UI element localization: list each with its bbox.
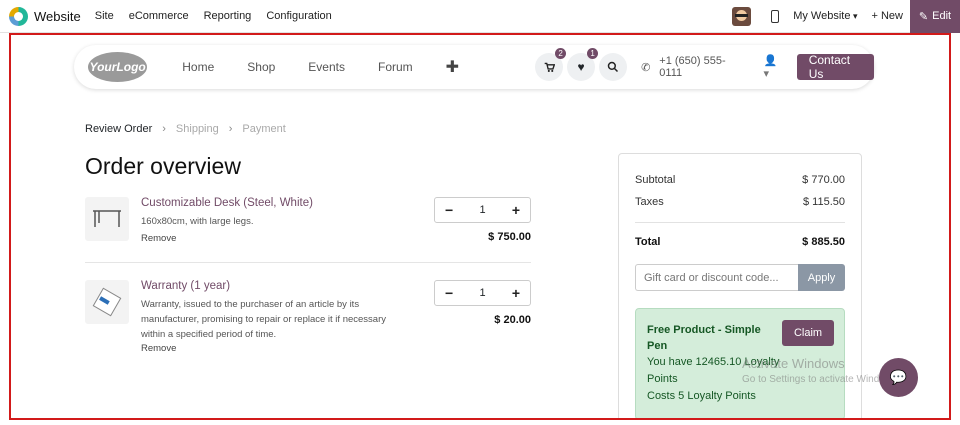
chat-bubble-button[interactable]: 💬 xyxy=(879,358,918,397)
page-title: Order overview xyxy=(85,153,241,179)
reward-title: Free Product - Simple Pen xyxy=(647,324,761,352)
item-description: Warranty, issued to the purchaser of an … xyxy=(141,299,386,340)
plus-icon[interactable]: + xyxy=(512,202,520,218)
step-payment: Payment xyxy=(242,123,286,135)
checkout-breadcrumb: Review Order › Shipping › Payment xyxy=(85,123,286,135)
claim-button[interactable]: Claim xyxy=(782,320,834,346)
site-header: YourLogo Home Shop Events Forum ✚ 2 ♥ 1 … xyxy=(74,45,874,89)
mobile-preview-icon[interactable] xyxy=(771,9,780,23)
new-button[interactable]: + New xyxy=(872,10,904,22)
remove-link[interactable]: Remove xyxy=(141,343,176,354)
nav-home[interactable]: Home xyxy=(182,60,214,74)
pencil-icon: ✎ xyxy=(918,10,929,23)
windows-activation-watermark: Activate Windows Go to Settings to activ… xyxy=(742,356,900,388)
site-logo[interactable]: YourLogo xyxy=(88,52,148,82)
divider xyxy=(85,262,531,263)
quantity-stepper: − 1 + xyxy=(434,280,531,306)
total-label: Total xyxy=(635,236,661,248)
top-navbar: Website Site eCommerce Reporting Configu… xyxy=(0,0,960,33)
user-avatar[interactable] xyxy=(732,6,752,26)
warranty-product-image xyxy=(85,280,129,324)
wishlist-button[interactable]: ♥ 1 xyxy=(567,48,599,81)
app-name: Website xyxy=(34,8,81,24)
taxes-value: $ 115.50 xyxy=(802,196,845,208)
top-menu: Site eCommerce Reporting Configuration xyxy=(95,10,347,22)
menu-ecommerce[interactable]: eCommerce xyxy=(129,10,189,22)
top-right-controls: My Website + New ✎ Edit xyxy=(732,0,960,33)
chat-icon: 💬 xyxy=(889,369,908,385)
plus-icon[interactable]: + xyxy=(512,285,520,301)
minus-icon[interactable]: − xyxy=(445,285,453,301)
subtotal-label: Subtotal xyxy=(635,174,676,186)
odoo-app-icon xyxy=(9,6,28,26)
edit-button[interactable]: ✎ Edit xyxy=(910,0,960,33)
menu-configuration[interactable]: Configuration xyxy=(266,10,331,22)
total-row: Total $ 885.50 xyxy=(635,236,845,248)
phone-number: +1 (650) 555-0111 xyxy=(659,55,726,79)
app-brand[interactable]: Website xyxy=(9,6,81,26)
item-price: $ 20.00 xyxy=(494,314,531,326)
summary-divider xyxy=(635,222,845,223)
item-description: 160x80cm, with large legs. xyxy=(141,216,254,227)
contact-us-button[interactable]: Contact Us xyxy=(796,53,874,81)
chevron-right-icon: › xyxy=(228,123,233,135)
subtotal-value: $ 770.00 xyxy=(802,174,845,186)
total-value: $ 885.50 xyxy=(802,236,845,248)
website-selector[interactable]: My Website xyxy=(793,10,857,22)
minus-icon[interactable]: − xyxy=(445,202,453,218)
menu-reporting[interactable]: Reporting xyxy=(204,10,252,22)
taxes-row: Taxes $ 115.50 xyxy=(635,196,845,208)
search-icon xyxy=(607,61,619,73)
user-menu-icon[interactable]: 👤▾ xyxy=(763,54,780,80)
edit-label: Edit xyxy=(932,10,952,22)
item-name[interactable]: Customizable Desk (Steel, White) xyxy=(141,197,313,209)
step-review-order[interactable]: Review Order xyxy=(85,123,152,135)
phone-icon: ✆ xyxy=(641,61,651,74)
search-button[interactable] xyxy=(599,53,628,81)
nav-forum[interactable]: Forum xyxy=(378,60,413,74)
wishlist-count-badge: 1 xyxy=(587,48,599,59)
quantity-value[interactable]: 1 xyxy=(479,204,485,216)
quantity-stepper: − 1 + xyxy=(434,197,531,223)
item-name[interactable]: Warranty (1 year) xyxy=(141,280,230,292)
cart-button[interactable]: 2 xyxy=(535,48,567,81)
remove-link[interactable]: Remove xyxy=(141,233,176,244)
nav-events[interactable]: Events xyxy=(308,60,345,74)
menu-site[interactable]: Site xyxy=(95,10,114,22)
coupon-form: Gift card or discount code... Apply xyxy=(635,264,845,291)
quantity-value[interactable]: 1 xyxy=(479,287,485,299)
taxes-label: Taxes xyxy=(635,196,664,208)
nav-shop[interactable]: Shop xyxy=(247,60,275,74)
subtotal-row: Subtotal $ 770.00 xyxy=(635,174,845,186)
order-line: Customizable Desk (Steel, White) 160x80c… xyxy=(85,197,531,257)
heart-icon: ♥ xyxy=(577,60,585,74)
site-nav-links: Home Shop Events Forum xyxy=(182,60,445,74)
desk-product-image xyxy=(85,197,129,241)
cart-icon xyxy=(544,62,555,72)
watermark-line2: Go to Settings to activate Windows. xyxy=(742,374,900,385)
item-price: $ 750.00 xyxy=(488,231,531,243)
apply-button[interactable]: Apply xyxy=(798,264,845,291)
loyalty-cost: Costs 5 Loyalty Points xyxy=(647,390,756,402)
cart-count-badge: 2 xyxy=(555,48,567,59)
plus-icon[interactable]: ✚ xyxy=(446,57,459,77)
step-shipping: Shipping xyxy=(175,123,219,135)
header-icons: 2 ♥ 1 xyxy=(535,48,631,81)
watermark-line1: Activate Windows xyxy=(742,356,845,371)
chevron-right-icon: › xyxy=(162,123,166,135)
order-line: Warranty (1 year) Warranty, issued to th… xyxy=(85,280,531,360)
coupon-input[interactable]: Gift card or discount code... xyxy=(635,264,798,291)
phone-contact[interactable]: ✆ +1 (650) 555-0111 xyxy=(641,55,737,79)
